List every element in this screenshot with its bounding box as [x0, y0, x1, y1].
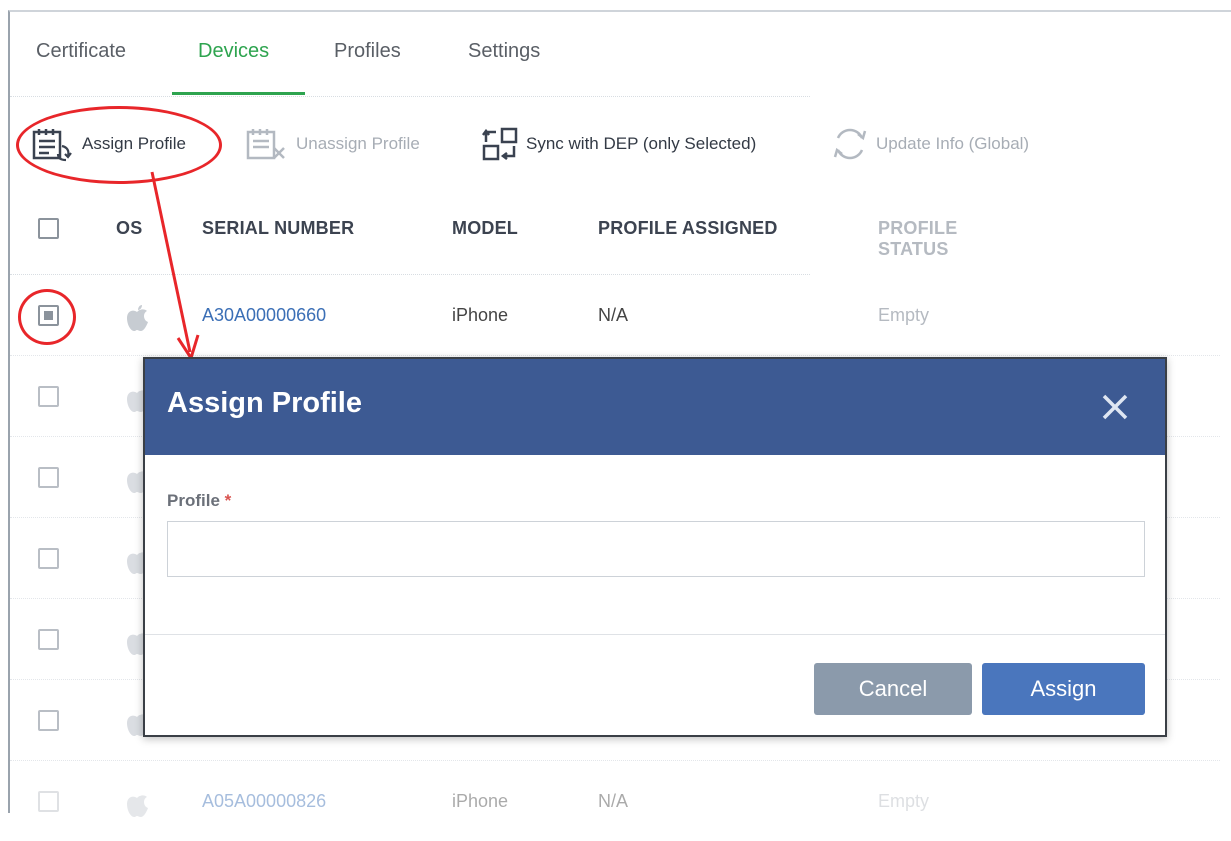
- header-profile-status[interactable]: PROFILE STATUS: [878, 218, 957, 260]
- row-checkbox[interactable]: [38, 386, 59, 407]
- serial-number-link[interactable]: A30A00000660: [202, 305, 326, 326]
- unassign-profile-label: Unassign Profile: [296, 134, 420, 153]
- assign-profile-label: Assign Profile: [82, 134, 186, 153]
- row-checkbox[interactable]: [38, 629, 59, 650]
- tab-bar: Certificate Devices Profiles Settings: [10, 12, 810, 98]
- toolbar: Assign Profile Unassign Profile Sync wit…: [10, 112, 1210, 172]
- sync-dep-button[interactable]: Sync with DEP (only Selected): [480, 126, 756, 162]
- unassign-profile-button[interactable]: Unassign Profile: [244, 126, 420, 162]
- active-tab-indicator: [172, 92, 305, 95]
- profile-status-cell: Empty: [878, 791, 930, 811]
- select-all-checkbox[interactable]: [38, 218, 59, 239]
- tabs-divider: [10, 96, 810, 98]
- tab-devices[interactable]: Devices: [198, 40, 269, 63]
- profile-assigned-cell: N/A: [598, 305, 629, 325]
- dialog-header: Assign Profile: [145, 359, 1165, 455]
- header-profile-assigned[interactable]: PROFILE ASSIGNED: [598, 218, 778, 239]
- table-row[interactable]: A05A00000826 iPhone N/A Empty: [10, 761, 1220, 841]
- refresh-icon: [830, 126, 870, 162]
- sync-dep-icon: [480, 126, 520, 162]
- row-checkbox[interactable]: [38, 710, 59, 731]
- table-header: OS SERIAL NUMBER MODEL PROFILE ASSIGNED …: [10, 202, 957, 274]
- tab-profiles[interactable]: Profiles: [334, 40, 401, 63]
- unassign-profile-icon: [244, 126, 290, 162]
- update-info-button[interactable]: Update Info (Global): [830, 126, 1029, 162]
- dialog-footer-divider: [145, 634, 1165, 635]
- tab-certificate[interactable]: Certificate: [36, 40, 126, 63]
- cancel-button[interactable]: Cancel: [814, 663, 972, 715]
- assign-profile-button[interactable]: Assign Profile: [30, 126, 186, 162]
- row-checkbox[interactable]: [38, 548, 59, 569]
- tab-settings[interactable]: Settings: [468, 40, 540, 63]
- sync-dep-label: Sync with DEP (only Selected): [526, 134, 757, 153]
- dialog-title: Assign Profile: [167, 387, 362, 419]
- header-model[interactable]: MODEL: [452, 218, 518, 239]
- profile-label-text: Profile: [167, 491, 220, 510]
- apple-icon: [127, 795, 148, 817]
- profile-field-label: Profile *: [167, 491, 231, 511]
- row-checkbox[interactable]: [38, 791, 59, 812]
- row-checkbox[interactable]: [38, 467, 59, 488]
- row-checkbox[interactable]: [38, 305, 59, 326]
- assign-profile-dialog: Assign Profile Profile * Cancel Assign: [143, 357, 1167, 737]
- table-row[interactable]: A30A00000660 iPhone N/A Empty: [10, 275, 1220, 356]
- close-icon[interactable]: [1095, 387, 1135, 427]
- assign-button[interactable]: Assign: [982, 663, 1145, 715]
- required-marker: *: [224, 491, 232, 510]
- model-cell: iPhone: [452, 305, 509, 325]
- update-info-label: Update Info (Global): [876, 134, 1030, 153]
- model-cell: iPhone: [452, 791, 509, 811]
- profile-input[interactable]: [167, 521, 1145, 577]
- serial-number-link[interactable]: A05A00000826: [202, 791, 326, 812]
- header-serial-number[interactable]: SERIAL NUMBER: [202, 218, 354, 239]
- profile-assigned-cell: N/A: [598, 791, 629, 811]
- profile-status-cell: Empty: [878, 305, 930, 325]
- assign-profile-icon: [30, 126, 76, 162]
- apple-icon: [127, 305, 148, 331]
- header-os: OS: [116, 218, 143, 238]
